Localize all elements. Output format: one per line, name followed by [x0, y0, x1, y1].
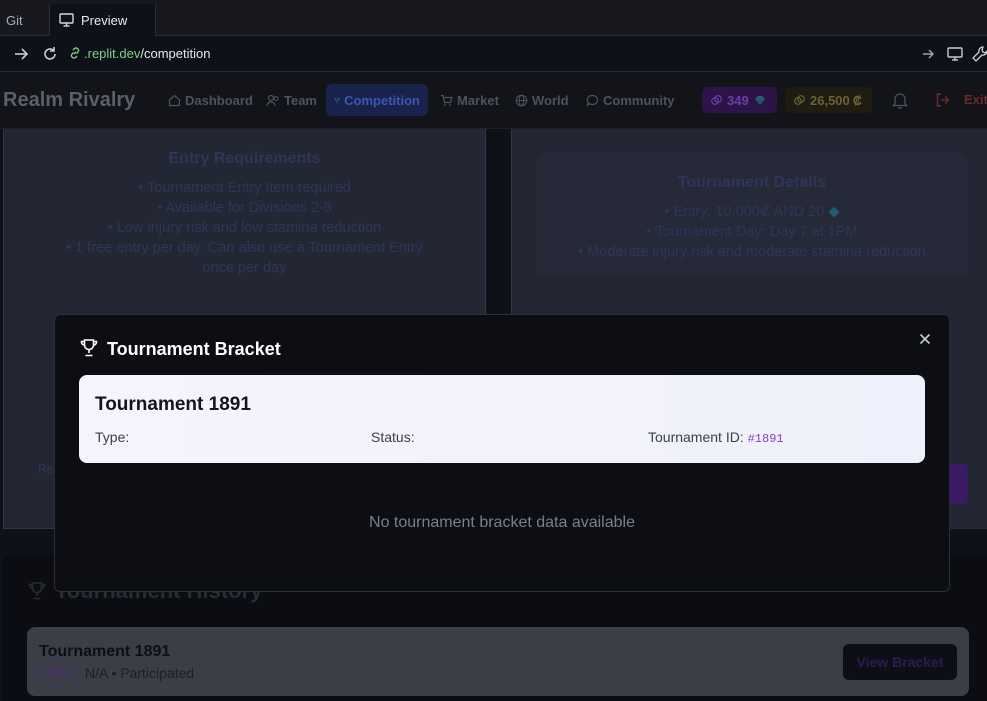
requirement-line: • Low injury risk and low stamina reduct… — [107, 220, 382, 236]
nav-world-label: World — [532, 92, 569, 108]
gems-counter[interactable]: 349 — [702, 87, 777, 113]
background-fragment: Re — [38, 462, 54, 476]
reload-icon[interactable] — [41, 45, 59, 63]
diamond-icon — [754, 95, 765, 105]
chat-icon — [586, 94, 599, 106]
brand-logo[interactable]: Realm Rivalry — [3, 89, 135, 112]
url-host: .replit.dev — [84, 46, 141, 61]
requirement-line: • Available for Divisions 2-8 — [157, 200, 332, 216]
nav-competition[interactable]: Competition — [326, 84, 428, 116]
tab-preview-label: Preview — [81, 12, 128, 28]
nav-competition-label: Competition — [344, 92, 420, 108]
globe-icon — [515, 94, 528, 106]
history-item — [27, 627, 969, 696]
home-icon — [168, 94, 181, 106]
go-arrow-icon[interactable] — [919, 45, 937, 63]
nav-dashboard[interactable]: Dashboard — [168, 84, 253, 116]
device-icon[interactable] — [946, 45, 964, 63]
type-label: Type: — [95, 429, 130, 445]
wrench-icon[interactable] — [971, 45, 987, 63]
users-icon — [266, 94, 279, 106]
coin-symbol: ₡ — [852, 92, 863, 108]
tournament-info-card — [79, 375, 925, 463]
requirement-line: • 1 free entry per day. Can also use a T… — [66, 240, 423, 256]
coins-counter[interactable]: 26,500 ₡ — [785, 87, 872, 113]
app-header: Realm Rivalry Dashboard Team Competition… — [0, 72, 987, 129]
history-item-id: #1891 — [39, 666, 76, 680]
history-item-meta: N/A • Participated — [85, 665, 195, 681]
url-path: /competition — [140, 46, 211, 61]
nav-community-label: Community — [603, 92, 675, 108]
tab-git[interactable]: Git — [0, 4, 50, 36]
monitor-icon — [59, 13, 74, 27]
tournament-id-label: Tournament ID: — [648, 429, 744, 445]
empty-bracket-message: No tournament bracket data available — [369, 514, 635, 531]
entry-requirements-title: Entry Requirements — [168, 150, 321, 167]
close-icon[interactable] — [917, 331, 933, 347]
nav-dashboard-label: Dashboard — [185, 92, 253, 108]
requirement-line: once per day — [202, 260, 287, 276]
gems-icon — [711, 94, 722, 105]
app-root: Git Preview .replit.dev/competition Real… — [0, 0, 987, 701]
requirement-line: • Tournament Entry Item required — [138, 180, 351, 196]
nav-community[interactable]: Community — [586, 84, 675, 116]
trophy-icon — [80, 339, 98, 357]
trophy-icon — [28, 582, 46, 600]
details-entry-text: • Entry: 10,000₡ AND 20 — [664, 204, 825, 220]
nav-team-label: Team — [284, 92, 317, 108]
details-line: • Entry: 10,000₡ AND 20 ◆ — [537, 202, 967, 222]
coins-icon — [794, 94, 805, 105]
tournament-id-value: #1891 — [747, 432, 784, 446]
browser-tabbar: Git Preview — [0, 0, 987, 36]
modal-title: Tournament Bracket — [107, 339, 281, 359]
nav-market-label: Market — [457, 92, 499, 108]
nav-world[interactable]: World — [515, 84, 569, 116]
cart-icon — [441, 94, 453, 106]
url-field[interactable]: .replit.dev/competition — [84, 46, 210, 61]
nav-team[interactable]: Team — [266, 84, 317, 116]
diamond-icon: ◆ — [828, 204, 840, 220]
link-icon — [70, 47, 80, 59]
details-line: • Tournament Day: Day 7 at 1PM — [646, 224, 858, 240]
tournament-details-title: Tournament Details — [677, 174, 827, 191]
tournament-name: Tournament 1891 — [95, 394, 251, 415]
logout-icon[interactable] — [935, 92, 951, 108]
url-bar: .replit.dev/competition — [0, 36, 987, 72]
nav-market[interactable]: Market — [440, 84, 499, 116]
gems-value: 349 — [727, 92, 749, 108]
tab-preview[interactable]: Preview — [50, 4, 156, 36]
bell-icon[interactable] — [892, 92, 908, 109]
history-item-title: Tournament 1891 — [39, 643, 171, 660]
view-bracket-button[interactable]: View Bracket — [843, 644, 957, 680]
tournament-id-field: Tournament ID: #1891 — [648, 429, 784, 446]
forward-icon[interactable] — [12, 45, 30, 63]
tab-git-label: Git — [6, 12, 23, 28]
status-label: Status: — [371, 429, 415, 445]
details-line: • Moderate injury risk and moderate stam… — [578, 244, 926, 260]
exit-link[interactable]: Exit — [964, 92, 987, 107]
trophy-icon — [334, 97, 340, 103]
coins-value: 26,500 — [810, 92, 850, 108]
